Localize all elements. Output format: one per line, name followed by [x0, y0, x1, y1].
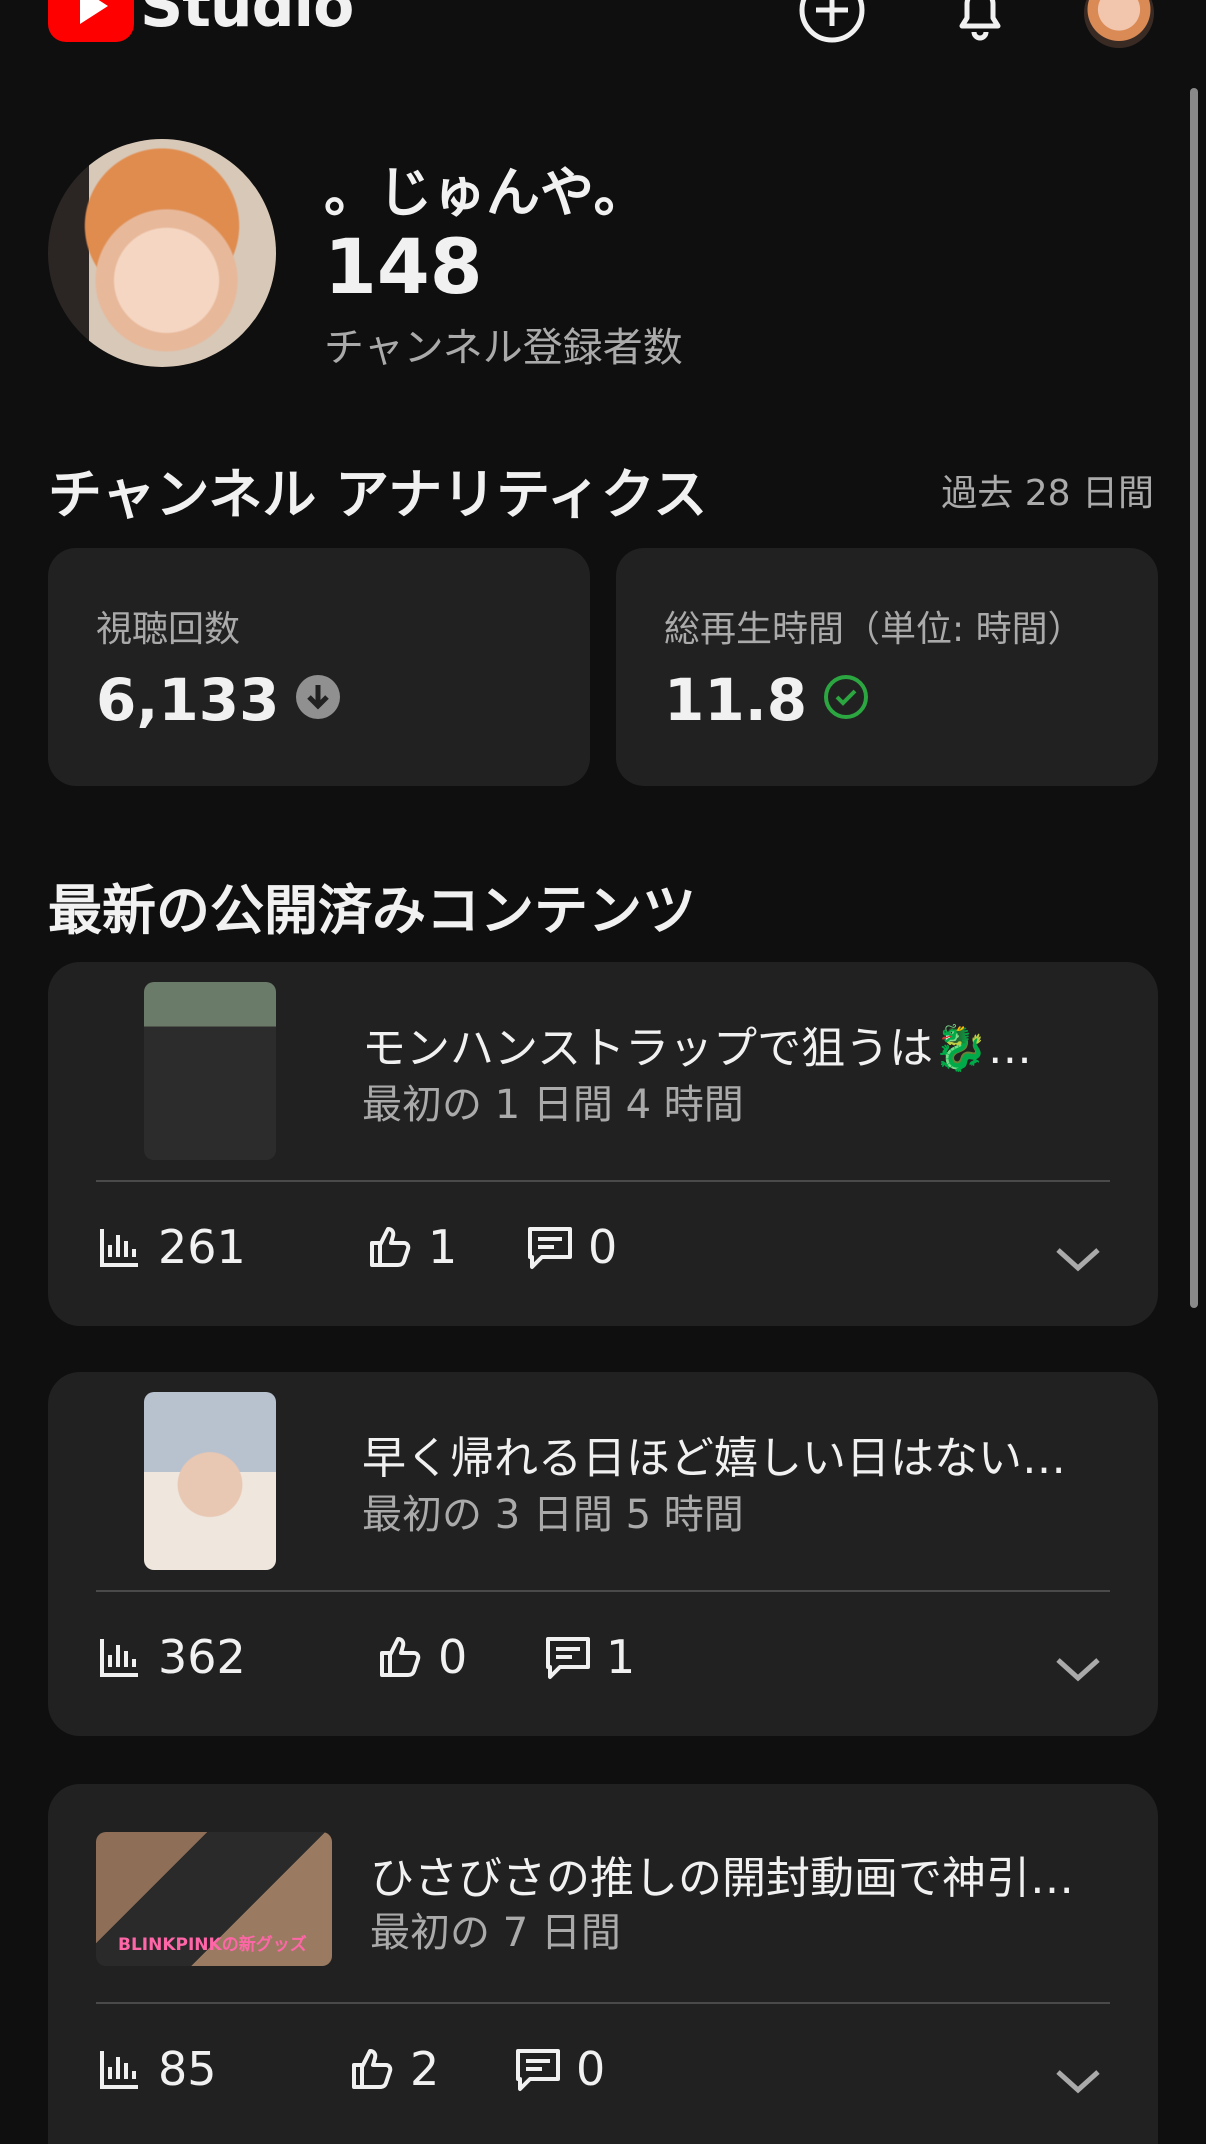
bell-icon[interactable]	[944, 0, 1016, 50]
divider	[96, 1180, 1110, 1182]
watch-time-label: 総再生時間（単位: 時間）	[664, 609, 1084, 650]
views-metric: 362	[96, 1630, 246, 1684]
youtube-logo-icon	[48, 0, 134, 42]
studio-logo[interactable]: Studio	[48, 0, 354, 42]
create-plus-icon[interactable]	[796, 0, 868, 50]
views-metric: 261	[96, 1220, 246, 1274]
likes-metric: 2	[348, 2042, 439, 2096]
video-title[interactable]: ひさびさの推しの開封動画で神引…	[370, 1842, 1074, 1906]
chevron-down-icon[interactable]	[1054, 1244, 1102, 1278]
subscriber-count: 148	[324, 222, 483, 311]
thumbnail-caption: BLINKPINKの新グッズ	[118, 1935, 307, 1955]
divider	[96, 2002, 1110, 2004]
analytics-period: 過去 28 日間	[941, 473, 1154, 514]
likes-count: 1	[428, 1220, 458, 1274]
bar-chart-icon	[100, 1229, 138, 1267]
views-label: 視聴回数	[96, 609, 241, 650]
watch-time-value: 11.8	[664, 666, 808, 734]
scrollbar[interactable]	[1190, 88, 1198, 1308]
comment-icon	[516, 2049, 560, 2091]
video-card[interactable]: モンハンストラップで狙うは🐉… 最初の 1 日間 4 時間 261 1 0	[48, 962, 1158, 1326]
comments-metric: 0	[526, 1220, 617, 1274]
account-avatar[interactable]	[1084, 0, 1154, 48]
top-app-bar: Studio	[0, 0, 1206, 80]
comment-icon	[546, 1637, 590, 1679]
views-count: 362	[158, 1630, 246, 1684]
divider	[96, 1590, 1110, 1592]
latest-content-title: 最新の公開済みコンテンツ	[48, 879, 696, 942]
thumbs-up-icon	[370, 1227, 411, 1267]
likes-metric: 1	[366, 1220, 457, 1274]
comments-metric: 1	[544, 1630, 635, 1684]
video-card[interactable]: 早く帰れる日ほど嬉しい日はない… 最初の 3 日間 5 時間 362 0 1	[48, 1372, 1158, 1736]
video-time-range: 最初の 3 日間 5 時間	[362, 1492, 744, 1538]
comments-count: 1	[606, 1630, 636, 1684]
video-card[interactable]: BLINKPINKの新グッズ ひさびさの推しの開封動画で神引… 最初の 7 日間…	[48, 1784, 1158, 2144]
likes-count: 2	[410, 2042, 440, 2096]
watch-time-value-row: 11.8	[664, 666, 869, 734]
channel-avatar	[48, 139, 276, 367]
analytics-title[interactable]: チャンネル アナリティクス	[48, 450, 707, 529]
comments-count: 0	[576, 2042, 606, 2096]
views-value-row: 6,133	[96, 666, 341, 734]
watch-time-card[interactable]: 総再生時間（単位: 時間） 11.8	[616, 548, 1158, 786]
comments-count: 0	[588, 1220, 618, 1274]
likes-count: 0	[438, 1630, 468, 1684]
thumbs-up-icon	[380, 1637, 421, 1677]
video-title[interactable]: 早く帰れる日ほど嬉しい日はない…	[362, 1422, 1066, 1486]
bar-chart-icon	[100, 2051, 138, 2089]
video-thumbnail[interactable]: BLINKPINKの新グッズ	[96, 1832, 332, 1966]
down-arrow-circle-icon	[295, 666, 341, 734]
views-card[interactable]: 視聴回数 6,133	[48, 548, 590, 786]
likes-metric: 0	[376, 1630, 467, 1684]
bar-chart-icon	[100, 1639, 138, 1677]
video-thumbnail[interactable]	[144, 982, 276, 1160]
video-time-range: 最初の 1 日間 4 時間	[362, 1082, 744, 1128]
video-thumbnail[interactable]	[144, 1392, 276, 1570]
channel-name: 。じゅんや。	[324, 161, 648, 224]
chevron-down-icon[interactable]	[1054, 2066, 1102, 2100]
chevron-down-icon[interactable]	[1054, 1654, 1102, 1688]
comment-icon	[528, 1227, 572, 1269]
app-name: Studio	[140, 0, 354, 41]
check-circle-icon	[823, 666, 869, 734]
views-metric: 85	[96, 2042, 217, 2096]
subscriber-label: チャンネル登録者数	[324, 325, 683, 371]
video-time-range: 最初の 7 日間	[370, 1910, 621, 1956]
views-count: 261	[158, 1220, 246, 1274]
thumbs-up-icon	[352, 2049, 393, 2089]
views-value: 6,133	[96, 666, 280, 734]
video-title[interactable]: モンハンストラップで狙うは🐉…	[362, 1012, 1032, 1076]
views-count: 85	[158, 2042, 217, 2096]
comments-metric: 0	[514, 2042, 605, 2096]
